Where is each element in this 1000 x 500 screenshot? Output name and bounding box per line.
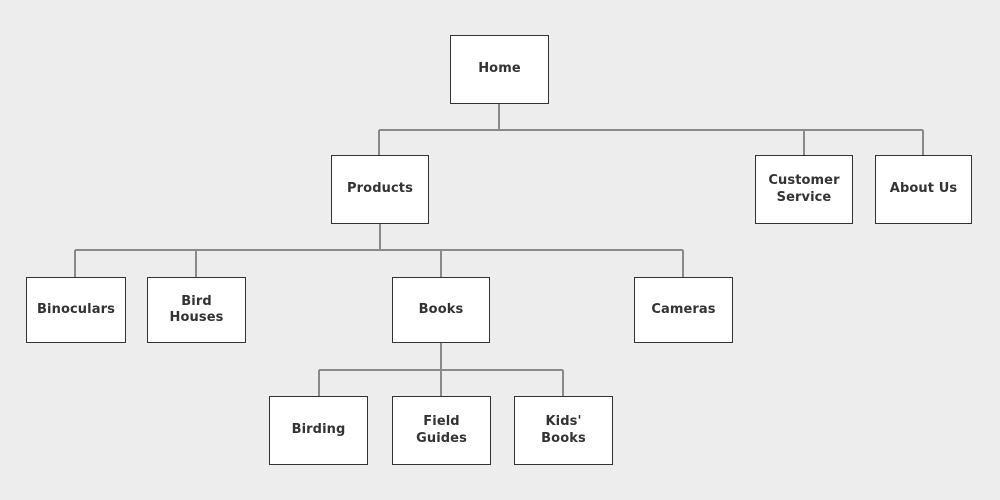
node-label-customerservice: Customer Service	[768, 173, 840, 205]
sitemap-diagram: Home Products Customer Service About Us Bino…	[0, 0, 1000, 500]
node-cameras[interactable]: Cameras	[634, 277, 733, 343]
node-label-books: Books	[418, 301, 464, 317]
node-kidsbooks[interactable]: Kids' Books	[514, 396, 613, 465]
node-aboutus[interactable]: About Us	[875, 155, 972, 224]
node-label-fieldguides: Field Guides	[416, 414, 467, 446]
node-home[interactable]: Home	[450, 35, 549, 104]
node-label-products: Products	[347, 181, 413, 197]
node-birding[interactable]: Birding	[269, 396, 368, 465]
node-label-binoculars: Binoculars	[37, 301, 115, 317]
node-label-birdhouses: Bird Houses	[169, 293, 224, 325]
node-binoculars[interactable]: Binoculars	[26, 277, 126, 343]
node-label-kidsbooks: Kids' Books	[541, 414, 586, 446]
node-label-home: Home	[478, 61, 521, 77]
node-label-birding: Birding	[291, 422, 346, 438]
node-label-cameras: Cameras	[651, 301, 716, 317]
node-books[interactable]: Books	[392, 277, 490, 343]
node-customerservice[interactable]: Customer Service	[755, 155, 853, 224]
node-products[interactable]: Products	[331, 155, 429, 224]
node-label-aboutus: About Us	[889, 181, 958, 197]
node-birdhouses[interactable]: Bird Houses	[147, 277, 246, 343]
node-fieldguides[interactable]: Field Guides	[392, 396, 491, 465]
